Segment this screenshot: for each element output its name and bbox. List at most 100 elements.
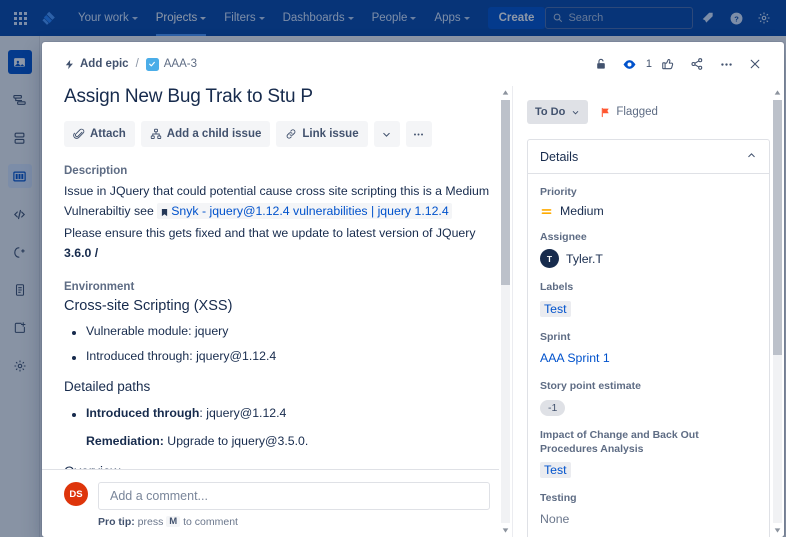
epic-bolt-icon (65, 59, 73, 69)
child-issue-icon (150, 128, 161, 139)
scrollbar-thumb[interactable] (501, 100, 510, 285)
action-more-button[interactable] (405, 121, 432, 147)
details-card: Details Priority Medium Assignee T Tyler… (527, 139, 770, 537)
field-labels: Labels Test (540, 280, 757, 317)
list-item: Introduced through: jquery@1.12.4 (64, 349, 490, 363)
chevron-up-icon[interactable] (746, 150, 757, 164)
environment-bullet-list: Vulnerable module: jquery Introduced thr… (64, 324, 490, 363)
field-label: Testing (540, 492, 577, 505)
field-value-row[interactable]: Test (540, 461, 757, 479)
add-comment-input[interactable]: Add a comment... (98, 482, 490, 510)
attach-button[interactable]: Attach (64, 121, 135, 147)
details-card-header[interactable]: Details (528, 140, 769, 174)
unlock-icon[interactable] (588, 51, 614, 77)
add-child-issue-button[interactable]: Add a child issue (140, 121, 271, 147)
field-value-row[interactable]: -1 (540, 398, 757, 416)
field-sprint: Sprint AAA Sprint 1 (540, 330, 757, 367)
field-value-row[interactable]: AAA Sprint 1 (540, 349, 757, 367)
link-issue-label: Link issue (302, 128, 359, 140)
scroll-up-arrow-icon[interactable] (773, 86, 782, 99)
description-heading: Description (64, 165, 128, 177)
modal-body: Assign New Bug Trak to Stu P Attach Add … (42, 86, 784, 537)
issue-key-link[interactable]: AAA-3 (145, 57, 198, 71)
story-point-chip: -1 (540, 399, 566, 416)
snyk-bookmark-icon (160, 204, 169, 224)
scrollbar-thumb[interactable] (773, 100, 782, 355)
field-label: Labels (540, 281, 574, 294)
field-value-row[interactable]: Test (540, 300, 757, 318)
action-dropdown-button[interactable] (373, 121, 400, 147)
watch-control[interactable]: 1 (617, 51, 652, 77)
add-child-issue-label: Add a child issue (166, 128, 262, 140)
watch-count: 1 (645, 58, 652, 70)
issue-title: Assign New Bug Trak to Stu P (64, 86, 313, 107)
flag-icon (602, 107, 610, 117)
add-epic-label: Add epic (80, 58, 129, 70)
snyk-link[interactable]: Snyk - jquery@1.12.4 vulnerabilities | j… (157, 202, 452, 219)
introduced-through-value: : jquery@1.12.4 (199, 405, 287, 420)
field-label: Story point estimate (540, 379, 641, 392)
jira-issue-modal-screen: Your work Projects Filters Dashboards Pe… (0, 0, 786, 537)
details-card-body: Priority Medium Assignee T Tyler.T Label… (528, 174, 769, 537)
content-scrollbar[interactable] (499, 86, 512, 537)
label-tag[interactable]: Test (540, 300, 571, 317)
link-issue-button[interactable]: Link issue (276, 121, 368, 147)
watch-eye-icon[interactable] (617, 51, 643, 77)
pro-tip-text: Pro tip: press M to comment (98, 516, 490, 528)
field-story-point-estimate: Story point estimate -1 (540, 379, 757, 416)
description-line-3-suffix: / (94, 245, 99, 260)
snyk-link-text: Snyk - jquery@1.12.4 vulnerabilities | j… (171, 203, 449, 218)
more-options-icon (414, 133, 424, 135)
scroll-down-arrow-icon[interactable] (501, 524, 510, 537)
assignee-value: Tyler.T (566, 251, 603, 266)
testing-value: None (540, 512, 570, 527)
sprint-link[interactable]: AAA Sprint 1 (540, 351, 610, 365)
avatar: T (540, 249, 559, 269)
list-item: Introduced through: jquery@1.12.4 (64, 406, 490, 420)
pro-tip-pre: press (134, 516, 167, 528)
description-line-3: that we update to latest version of JQue… (248, 225, 476, 240)
priority-medium-icon (541, 208, 552, 214)
description-see-label: see (133, 203, 154, 218)
field-value-row[interactable]: Medium (540, 204, 757, 218)
link-icon (287, 129, 296, 139)
add-epic-button[interactable]: Add epic (64, 58, 129, 70)
field-label: Sprint (540, 330, 571, 343)
environment-heading: Environment (64, 280, 135, 293)
field-label: Assignee (540, 231, 587, 244)
field-value-row[interactable]: T Tyler.T (540, 249, 757, 269)
issue-action-buttons: Attach Add a child issue Link issue (64, 121, 490, 147)
remediation-line: Remediation: Upgrade to jquery@3.5.0. (64, 434, 490, 448)
issue-details-sidebar: To Do Flagged Details Priority Medium As… (512, 86, 784, 537)
flagged-label: Flagged (616, 106, 658, 118)
share-icon[interactable] (684, 51, 710, 77)
status-dropdown[interactable]: To Do (527, 100, 589, 124)
pro-tip-post: to comment (180, 516, 238, 528)
issue-content-column: Assign New Bug Trak to Stu P Attach Add … (42, 86, 512, 537)
priority-value: Medium (560, 204, 604, 219)
field-testing: Testing None (540, 491, 757, 528)
modal-header: Add epic / AAA-3 1 (42, 42, 784, 86)
description-body: Issue in JQuery that could potential cau… (64, 182, 490, 264)
scroll-down-arrow-icon[interactable] (773, 524, 782, 537)
field-priority: Priority Medium (540, 185, 757, 218)
pro-tip-label: Pro tip: (98, 516, 135, 528)
scroll-up-arrow-icon[interactable] (501, 86, 510, 99)
close-icon[interactable] (742, 51, 768, 77)
sidebar-scrollbar[interactable] (771, 86, 784, 537)
issue-key-label: AAA-3 (163, 58, 198, 70)
details-heading: Details (540, 149, 579, 164)
introduced-through-label: Introduced through (86, 405, 200, 420)
detailed-paths-list: Introduced through: jquery@1.12.4 (64, 406, 490, 420)
flagged-indicator[interactable]: Flagged (600, 106, 658, 118)
thumbs-up-icon[interactable] (655, 51, 681, 77)
field-value-row[interactable]: None (540, 510, 757, 528)
jquery-version: 3.6.0 (64, 245, 92, 260)
task-type-icon (145, 57, 159, 71)
more-actions-icon[interactable] (713, 51, 739, 77)
field-impact-of-change: Impact of Change and Back Out Procedures… (540, 428, 757, 479)
add-comment-dock: DS Add a comment... Pro tip: press M to … (42, 469, 512, 537)
impact-tag[interactable]: Test (540, 462, 571, 479)
status-label: To Do (535, 106, 566, 118)
remediation-value: Upgrade to jquery@3.5.0. (163, 433, 309, 448)
